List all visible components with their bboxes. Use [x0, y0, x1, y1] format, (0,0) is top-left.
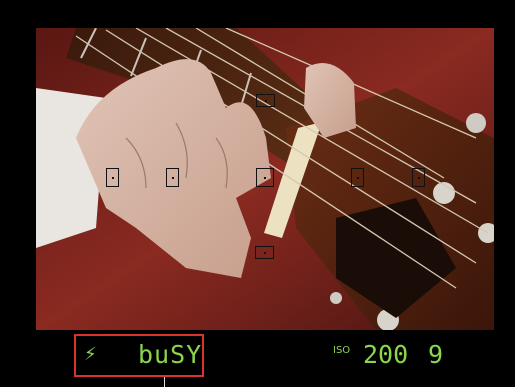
af-point-left-1	[106, 168, 119, 187]
af-point-top	[256, 94, 275, 107]
viewfinder-scene	[36, 28, 494, 330]
af-point-right-1	[351, 168, 364, 187]
af-point-bottom	[255, 246, 274, 259]
callout-leader-line	[164, 377, 165, 387]
af-point-right-2	[412, 168, 425, 187]
af-point-left-2	[166, 168, 179, 187]
viewfinder-frame: ⚡ buSY ISO 200 9	[0, 0, 515, 387]
busy-callout-box	[74, 334, 204, 377]
iso-label: ISO	[333, 345, 351, 356]
shots-remaining: 9	[428, 340, 444, 369]
af-point-center	[256, 168, 274, 187]
iso-value: 200	[363, 340, 409, 369]
